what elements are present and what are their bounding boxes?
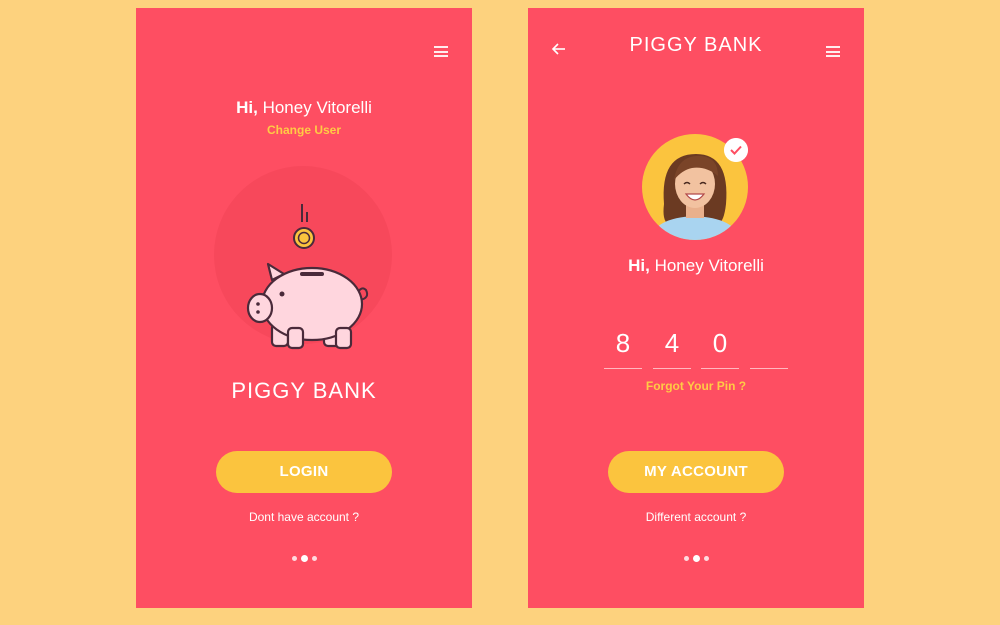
page-dot-active[interactable]: [300, 555, 308, 563]
pin-digit-4[interactable]: [750, 324, 788, 369]
page-indicator[interactable]: [528, 550, 864, 568]
checkmark-icon[interactable]: [724, 138, 748, 162]
pin-digit-2[interactable]: 4: [653, 324, 691, 369]
my-account-button[interactable]: MY ACCOUNT: [608, 451, 784, 493]
greeting: Hi, Honey Vitorelli: [528, 256, 864, 276]
page-dot[interactable]: [311, 556, 317, 562]
pin-digit-1[interactable]: 8: [604, 324, 642, 369]
pin-digit-3[interactable]: 0: [701, 324, 739, 369]
page-dot[interactable]: [703, 556, 709, 562]
hamburger-menu-icon[interactable]: [434, 46, 448, 57]
forgot-pin-link[interactable]: Forgot Your Pin ?: [528, 379, 864, 393]
different-account-link[interactable]: Different account ?: [528, 510, 864, 524]
hamburger-menu-icon[interactable]: [826, 46, 840, 57]
page-dot[interactable]: [291, 556, 297, 562]
greeting-prefix: Hi,: [628, 256, 650, 275]
login-button[interactable]: LOGIN: [216, 451, 392, 493]
no-account-link[interactable]: Dont have account ?: [136, 510, 472, 524]
page-indicator[interactable]: [136, 550, 472, 568]
user-name: Honey Vitorelli: [262, 98, 372, 117]
app-title: PIGGY BANK: [231, 378, 377, 403]
pin-input[interactable]: 8 4 0: [604, 324, 790, 370]
piggy-bank-icon: [246, 204, 369, 350]
page-dot-active[interactable]: [692, 555, 700, 563]
greeting-prefix: Hi,: [236, 98, 258, 117]
pin-screen: PIGGY BANK Hi, Honey Vitorelli 8 4 0 For…: [528, 8, 864, 608]
change-user-link[interactable]: Change User: [136, 123, 472, 137]
login-screen: Hi, Honey Vitorelli Change User PIGGY BA…: [136, 8, 472, 608]
header-title: PIGGY BANK: [629, 34, 763, 56]
user-name: Honey Vitorelli: [654, 256, 764, 275]
page-dot[interactable]: [683, 556, 689, 562]
greeting: Hi, Honey Vitorelli: [136, 98, 472, 118]
